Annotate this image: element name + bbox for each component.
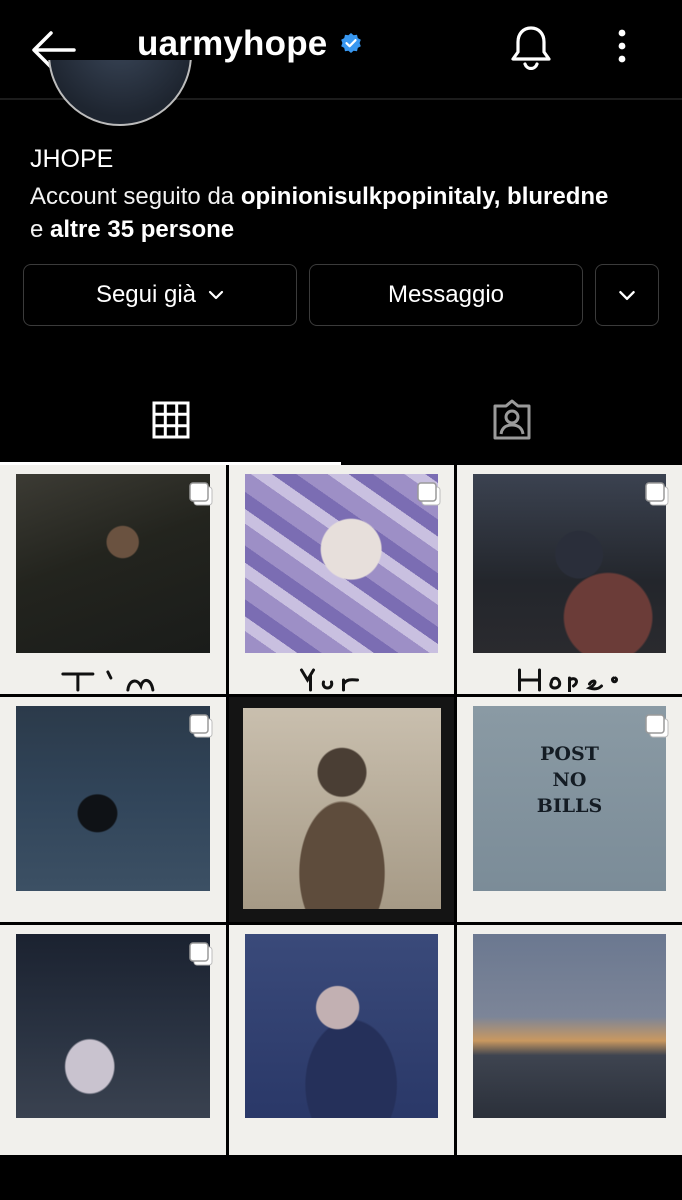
profile-handle-row: uarmyhope <box>137 24 363 64</box>
post-thumbnail[interactable]: POST NO BILLS <box>457 697 682 922</box>
multiple-photos-icon <box>189 942 213 966</box>
profile-name: JHOPE <box>30 145 114 173</box>
message-button-label: Messaggio <box>387 281 505 308</box>
followed-names: opinionisulkpopinitaly, bluredne <box>240 183 609 210</box>
chevron-down-icon <box>619 290 635 300</box>
message-button[interactable]: Messaggio <box>309 264 583 326</box>
post-thumbnail[interactable] <box>0 697 226 922</box>
system-bar <box>0 1155 682 1200</box>
followed-by-text[interactable]: Account seguito da opinionisulkpopinital… <box>30 180 655 246</box>
suggested-accounts-button[interactable] <box>595 264 659 326</box>
following-button[interactable]: Segui già <box>23 264 297 326</box>
following-button-label: Segui già <box>95 281 197 308</box>
multiple-photos-icon <box>645 482 669 506</box>
more-vertical-icon[interactable] <box>610 28 634 66</box>
multiple-photos-icon <box>189 714 213 738</box>
post-caption: POST NO BILLS <box>536 743 603 817</box>
multiple-photos-icon <box>189 482 213 506</box>
verified-badge-icon <box>341 33 362 53</box>
multiple-photos-icon <box>417 482 441 506</box>
post-thumbnail[interactable] <box>229 697 454 922</box>
followed-others: altre 35 persone <box>50 216 235 243</box>
avatar[interactable] <box>48 60 192 126</box>
post-thumbnail[interactable] <box>457 925 682 1155</box>
post-thumbnail[interactable] <box>229 465 454 694</box>
post-thumbnail[interactable] <box>0 925 226 1155</box>
posts-grid: POST NO BILLS <box>0 465 682 1155</box>
handwriting-scrawl <box>61 670 155 692</box>
followed-prefix: Account seguito da <box>30 183 241 210</box>
followed-line2-prefix: e <box>30 216 51 243</box>
post-thumbnail[interactable] <box>457 465 682 694</box>
tagged-user-icon <box>493 399 530 440</box>
tab-tagged[interactable] <box>341 378 682 462</box>
bell-icon[interactable] <box>509 24 553 70</box>
handwriting-scrawl <box>300 668 359 692</box>
handwriting-scrawl <box>518 668 618 692</box>
tab-posts-grid[interactable] <box>0 378 341 462</box>
post-thumbnail[interactable] <box>229 925 454 1155</box>
multiple-photos-icon <box>645 714 669 738</box>
grid-icon <box>152 401 189 439</box>
chevron-down-icon <box>208 290 224 300</box>
profile-handle: uarmyhope <box>137 24 328 63</box>
post-thumbnail[interactable] <box>0 465 226 694</box>
